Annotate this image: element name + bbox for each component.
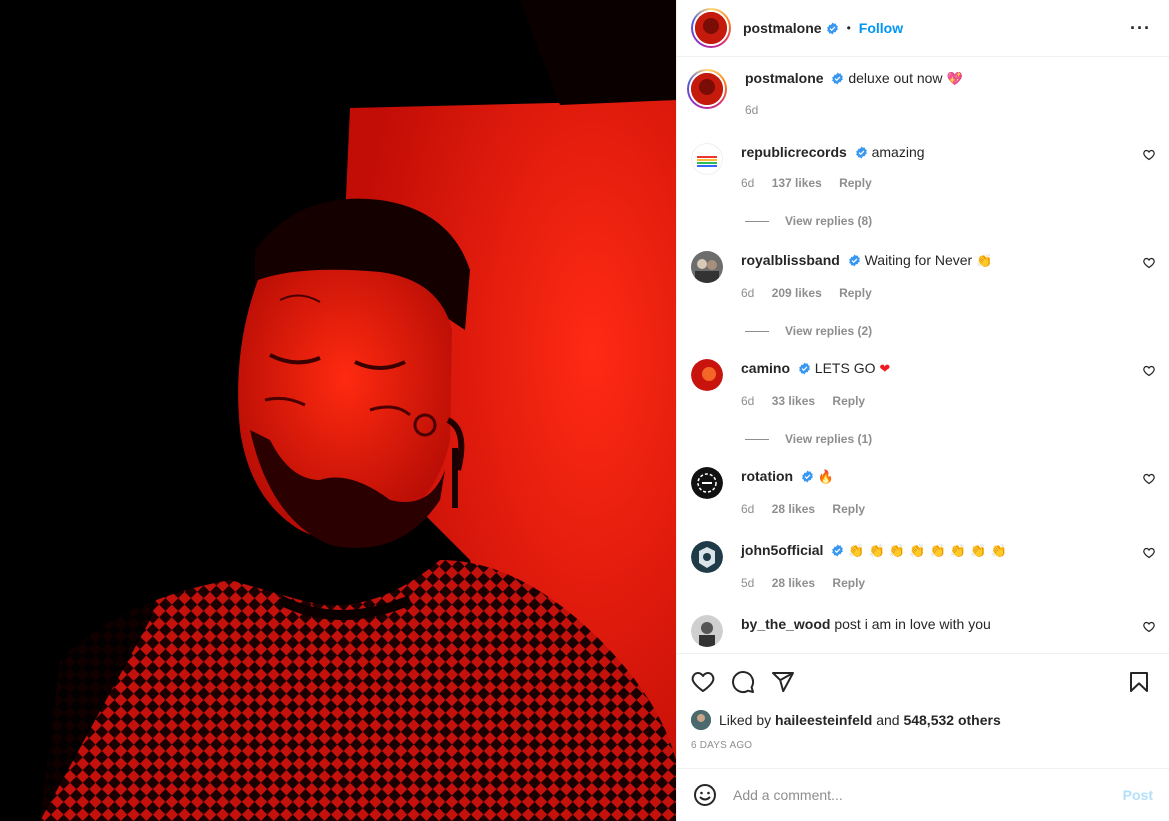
comment-username[interactable]: republicrecords — [741, 144, 847, 160]
like-comment-heart-icon[interactable] — [1143, 365, 1155, 377]
commenter-avatar[interactable] — [691, 615, 723, 647]
liker-avatar[interactable] — [691, 710, 711, 730]
verified-icon — [799, 362, 810, 375]
caption-username[interactable]: postmalone — [745, 70, 824, 86]
comment-text: amazing — [871, 144, 925, 160]
verified-icon — [832, 72, 844, 85]
author-username[interactable]: postmalone — [743, 20, 822, 36]
post-photo-illustration — [0, 0, 676, 821]
like-comment-heart-icon[interactable] — [1143, 621, 1155, 633]
post-comment-button[interactable]: Post — [1123, 787, 1153, 803]
like-comment-heart-icon[interactable] — [1143, 547, 1155, 559]
more-icon[interactable]: ··· — [1126, 19, 1155, 37]
header-separator: • — [846, 21, 851, 35]
liker-username[interactable]: haileesteinfeld — [775, 712, 872, 728]
like-comment-heart-icon[interactable] — [1143, 149, 1155, 161]
comment-item: john5official 👏 👏 👏 👏 👏 👏 👏 👏 5d 28 like… — [691, 537, 1155, 611]
add-comment-bar: Post — [677, 768, 1169, 821]
commenter-avatar[interactable] — [691, 251, 723, 283]
verified-icon — [855, 146, 867, 159]
comment-age: 6d — [741, 394, 755, 408]
view-replies-button[interactable]: View replies (2) — [745, 324, 1155, 338]
likes-summary[interactable]: Liked by haileesteinfeld and 548,532 oth… — [691, 710, 1155, 730]
comment-text: post i am in love with you — [834, 616, 991, 632]
caption: postmalone deluxe out now 💖 6d — [687, 57, 1155, 139]
reply-button[interactable]: Reply — [832, 576, 865, 590]
comment-username[interactable]: rotation — [741, 468, 793, 484]
comment-age: 6d — [741, 502, 755, 516]
like-comment-heart-icon[interactable] — [1143, 257, 1155, 269]
verified-icon — [848, 254, 860, 267]
comment-item: republicrecords amazing 6d 137 likes Rep… — [691, 139, 1155, 247]
commenter-avatar[interactable] — [691, 359, 723, 391]
like-comment-heart-icon[interactable] — [1143, 473, 1155, 485]
caption-avatar[interactable] — [687, 69, 727, 109]
post-image[interactable] — [0, 0, 676, 821]
post-actions: Liked by haileesteinfeld and 548,532 oth… — [677, 653, 1169, 769]
liked-by-prefix: Liked by — [719, 712, 772, 728]
comment-age: 6d — [741, 176, 755, 190]
smile-icon[interactable] — [693, 783, 717, 807]
comment-item: royalblissband Waiting for Never 👏 6d 20… — [691, 247, 1155, 355]
comment-item: by_the_wood post i am in love with you — [691, 611, 1155, 653]
commenter-avatar[interactable] — [691, 467, 723, 499]
heart-icon[interactable] — [691, 670, 715, 694]
view-replies-button[interactable]: View replies (8) — [745, 214, 1155, 228]
verified-icon — [832, 544, 844, 557]
instagram-post-modal: postmalone • Follow ··· postmalone delux… — [0, 0, 1169, 821]
commenter-avatar[interactable] — [691, 541, 723, 573]
comment-age: 6d — [741, 286, 755, 300]
comment-input[interactable] — [733, 787, 1113, 803]
follow-button[interactable]: Follow — [859, 20, 903, 36]
caption-text: deluxe out now — [848, 70, 943, 86]
liked-by-and: and — [876, 712, 900, 728]
comment-likes[interactable]: 28 likes — [772, 576, 815, 590]
comment-emoji: 👏 — [976, 254, 993, 269]
verified-icon — [826, 22, 838, 34]
post-date: 6 DAYS AGO — [691, 740, 753, 751]
comment-username[interactable]: by_the_wood — [741, 616, 830, 632]
author-avatar[interactable] — [691, 8, 731, 48]
post-side-panel: postmalone • Follow ··· postmalone delux… — [676, 0, 1169, 821]
fire-emoji: 🔥 — [817, 470, 835, 485]
comment-text: LETS GO — [814, 360, 876, 376]
comment-item: camino LETS GO ❤ 6d 33 likes Reply View … — [691, 355, 1155, 463]
verified-icon — [802, 470, 813, 483]
post-header: postmalone • Follow ··· — [677, 0, 1169, 57]
comments-list[interactable]: postmalone deluxe out now 💖 6d republicr… — [677, 57, 1169, 653]
comment-username[interactable]: john5official — [741, 542, 823, 558]
clap-emojis: 👏 👏 👏 👏 👏 👏 👏 👏 — [848, 544, 1007, 559]
comment-text: Waiting for Never — [864, 252, 973, 268]
comment-likes[interactable]: 28 likes — [772, 502, 815, 516]
reply-button[interactable]: Reply — [839, 176, 872, 190]
reply-button[interactable]: Reply — [832, 502, 865, 516]
heart-emoji: ❤ — [879, 362, 891, 377]
bookmark-icon[interactable] — [1127, 670, 1151, 694]
caption-emoji: 💖 — [946, 72, 963, 87]
caption-age: 6d — [745, 103, 759, 117]
share-icon[interactable] — [771, 670, 795, 694]
comment-username[interactable]: camino — [741, 360, 790, 376]
comment-age: 5d — [741, 576, 755, 590]
view-replies-button[interactable]: View replies (1) — [745, 432, 1155, 446]
comment-likes[interactable]: 209 likes — [772, 286, 822, 300]
likes-count[interactable]: 548,532 others — [903, 712, 1000, 728]
comment-likes[interactable]: 33 likes — [772, 394, 815, 408]
comment-username[interactable]: royalblissband — [741, 252, 840, 268]
reply-button[interactable]: Reply — [832, 394, 865, 408]
comment-icon[interactable] — [731, 670, 755, 694]
comment-item: rotation 🔥 6d 28 likes Reply — [691, 463, 1155, 537]
reply-button[interactable]: Reply — [839, 286, 872, 300]
comment-likes[interactable]: 137 likes — [772, 176, 822, 190]
commenter-avatar[interactable] — [691, 143, 723, 175]
